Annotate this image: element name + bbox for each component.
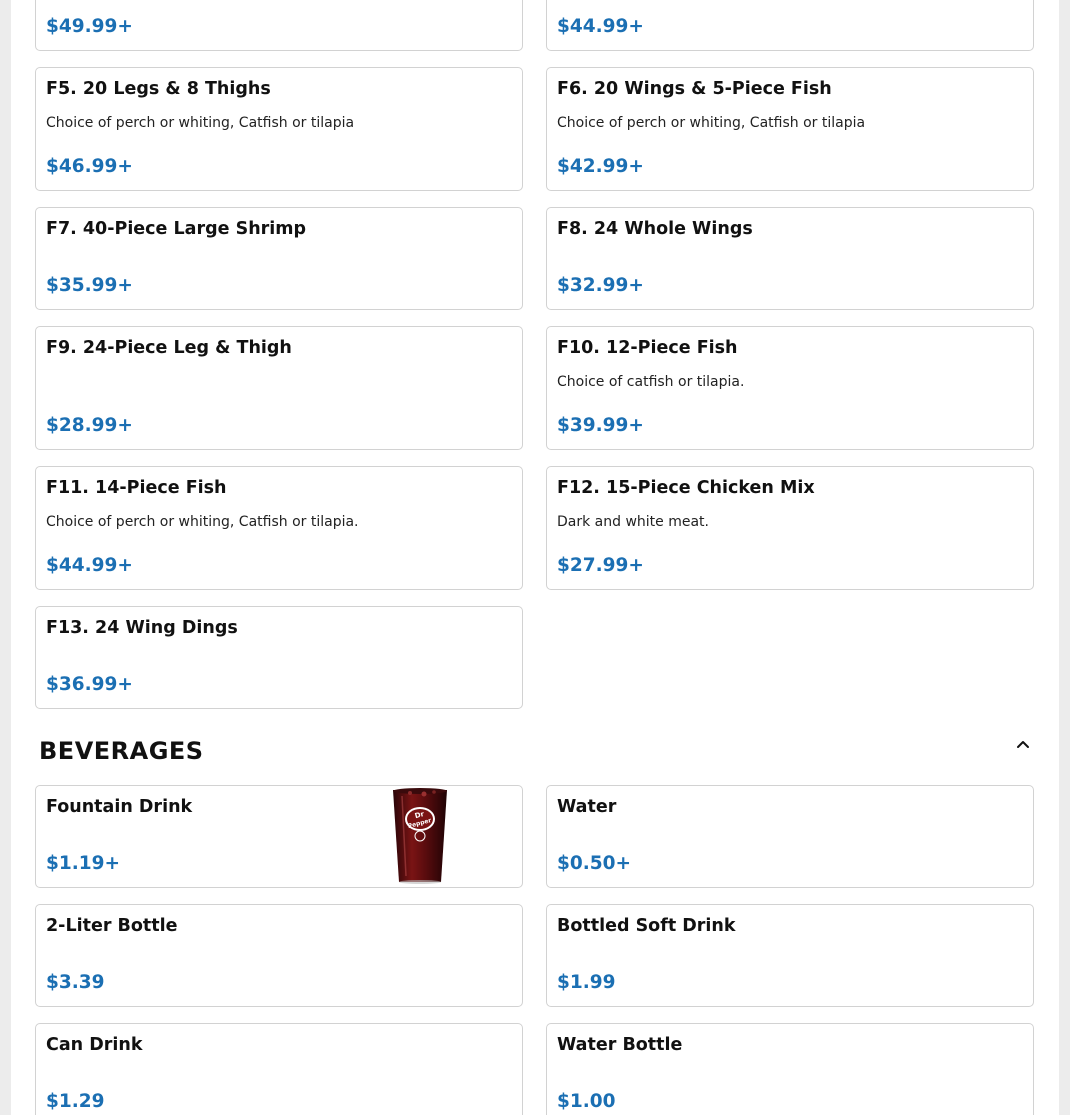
- menu-item-card[interactable]: F12. 15-Piece Chicken Mix Dark and white…: [546, 466, 1034, 590]
- item-name: F8. 24 Whole Wings: [557, 219, 753, 239]
- item-price: $1.29: [46, 1091, 105, 1112]
- menu-item-card[interactable]: Fountain Drink $1.19+ Dr Pepper: [35, 785, 523, 888]
- menu-grid-family: F5. 20 Legs & 8 Thighs Choice of perch o…: [35, 67, 1034, 709]
- menu-page: $49.99+ $44.99+ F5. 20 Legs & 8 Thighs C…: [11, 0, 1059, 1115]
- item-price: $0.50+: [557, 853, 632, 874]
- item-name: F11. 14-Piece Fish: [46, 478, 227, 498]
- menu-item-card[interactable]: F8. 24 Whole Wings $32.99+: [546, 207, 1034, 310]
- item-name: F7. 40-Piece Large Shrimp: [46, 219, 307, 239]
- item-price: $42.99+: [557, 156, 644, 177]
- item-description: Choice of catfish or tilapia.: [557, 374, 745, 390]
- item-name: Bottled Soft Drink: [557, 916, 736, 936]
- menu-item-card[interactable]: F10. 12-Piece Fish Choice of catfish or …: [546, 326, 1034, 450]
- menu-item-card[interactable]: 2-Liter Bottle $3.39: [35, 904, 523, 1007]
- item-price: $3.39: [46, 972, 105, 993]
- item-name: Water Bottle: [557, 1035, 683, 1055]
- item-name: F10. 12-Piece Fish: [557, 338, 738, 358]
- menu-item-card[interactable]: F9. 24-Piece Leg & Thigh $28.99+: [35, 326, 523, 450]
- item-description: Choice of perch or whiting, Catfish or t…: [46, 514, 359, 530]
- menu-item-card[interactable]: F5. 20 Legs & 8 Thighs Choice of perch o…: [35, 67, 523, 191]
- item-name: F9. 24-Piece Leg & Thigh: [46, 338, 292, 358]
- item-price: $35.99+: [46, 275, 133, 296]
- menu-item-card[interactable]: Water $0.50+: [546, 785, 1034, 888]
- menu-item-card[interactable]: F11. 14-Piece Fish Choice of perch or wh…: [35, 466, 523, 590]
- section-title: BEVERAGES: [39, 737, 204, 765]
- menu-item-card[interactable]: Water Bottle $1.00: [546, 1023, 1034, 1115]
- item-name: Can Drink: [46, 1035, 143, 1055]
- item-description: Choice of perch or whiting, Catfish or t…: [46, 115, 355, 131]
- menu-item-card[interactable]: F6. 20 Wings & 5-Piece Fish Choice of pe…: [546, 67, 1034, 191]
- item-description: Choice of perch or whiting, Catfish or t…: [557, 115, 866, 131]
- item-price: $1.99: [557, 972, 616, 993]
- menu-grid-top: $49.99+ $44.99+: [35, 0, 1034, 51]
- item-name: 2-Liter Bottle: [46, 916, 178, 936]
- dr-pepper-cup-image: Dr Pepper: [393, 788, 447, 884]
- menu-item-card[interactable]: Can Drink $1.29: [35, 1023, 523, 1115]
- menu-item-card[interactable]: F13. 24 Wing Dings $36.99+: [35, 606, 523, 709]
- item-price: $39.99+: [557, 415, 644, 436]
- item-name: F13. 24 Wing Dings: [46, 618, 238, 638]
- item-price: $46.99+: [46, 156, 133, 177]
- menu-item-card[interactable]: F7. 40-Piece Large Shrimp $35.99+: [35, 207, 523, 310]
- item-description: Dark and white meat.: [557, 514, 709, 530]
- menu-item-card[interactable]: $49.99+: [35, 0, 523, 51]
- menu-item-card[interactable]: $44.99+: [546, 0, 1034, 51]
- item-price: $49.99+: [46, 16, 133, 37]
- item-name: F5. 20 Legs & 8 Thighs: [46, 79, 271, 99]
- item-name: Water: [557, 797, 617, 817]
- menu-item-card[interactable]: Bottled Soft Drink $1.99: [546, 904, 1034, 1007]
- item-price: $27.99+: [557, 555, 644, 576]
- item-price: $44.99+: [557, 16, 644, 37]
- item-name: F12. 15-Piece Chicken Mix: [557, 478, 815, 498]
- menu-grid-beverages: Fountain Drink $1.19+ Dr Pepper Water $0…: [35, 785, 1034, 1115]
- item-name: F6. 20 Wings & 5-Piece Fish: [557, 79, 832, 99]
- item-price: $28.99+: [46, 415, 133, 436]
- chevron-up-icon[interactable]: [1012, 733, 1034, 755]
- item-price: $44.99+: [46, 555, 133, 576]
- item-price: $32.99+: [557, 275, 644, 296]
- item-price: $36.99+: [46, 674, 133, 695]
- item-price: $1.00: [557, 1091, 616, 1112]
- beverages-section-header[interactable]: BEVERAGES: [35, 725, 1034, 775]
- item-price: $1.19+: [46, 853, 121, 874]
